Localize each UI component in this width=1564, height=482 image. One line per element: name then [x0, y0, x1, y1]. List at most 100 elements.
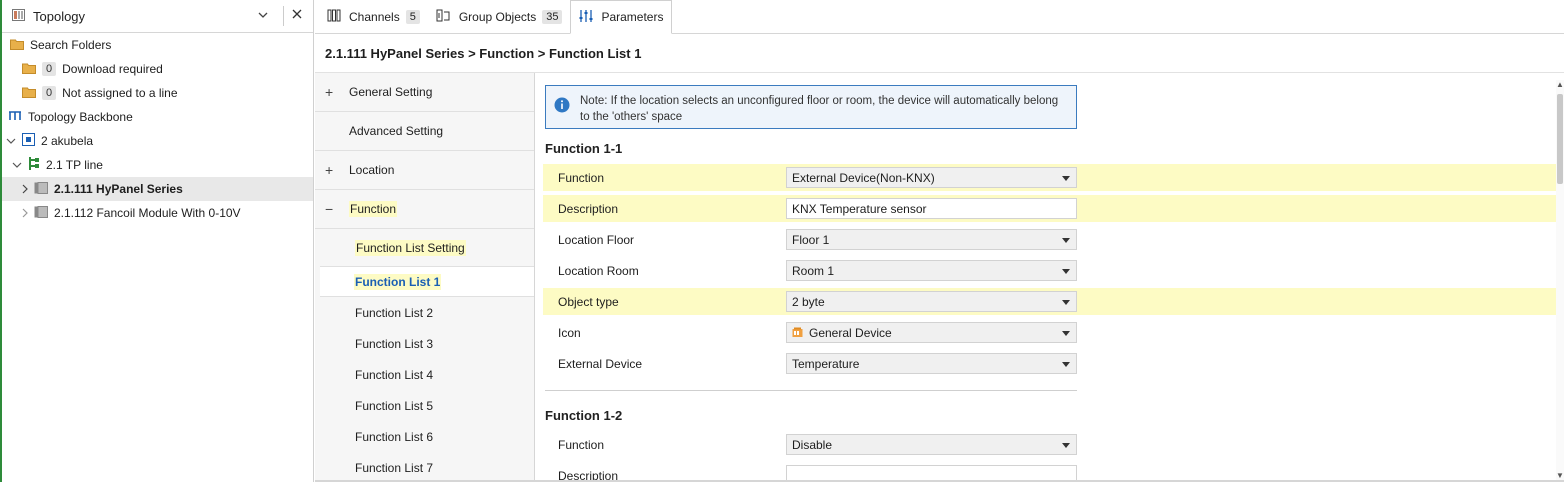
- scroll-down-icon[interactable]: ▼: [1556, 471, 1564, 480]
- tab-group-objects[interactable]: Group Objects 35: [428, 0, 571, 33]
- nav-label: Advanced Setting: [349, 124, 444, 138]
- nav-function-list-5[interactable]: Function List 5: [315, 390, 534, 421]
- param-label: Description: [558, 201, 619, 216]
- location-room-select[interactable]: Room 1: [786, 260, 1077, 281]
- channels-icon: [327, 9, 349, 25]
- tree-item-label: 2 akubela: [41, 134, 94, 148]
- parameter-nav: + General Setting Advanced Setting + Loc…: [315, 73, 535, 482]
- close-icon[interactable]: [291, 8, 303, 23]
- select-value: Disable: [792, 437, 833, 452]
- tree-item-search-folders[interactable]: Search Folders: [2, 33, 313, 57]
- nav-function-list-2[interactable]: Function List 2: [315, 297, 534, 328]
- nav-advanced-setting[interactable]: Advanced Setting: [315, 112, 534, 151]
- select-value: Floor 1: [792, 232, 830, 247]
- tab-channels[interactable]: Channels 5: [319, 0, 428, 33]
- param-label: Location Room: [558, 263, 639, 278]
- tree-item-device-2-1-111[interactable]: 2.1.111 HyPanel Series: [2, 177, 313, 201]
- general-device-icon: [792, 327, 803, 338]
- tree-item-download-required[interactable]: 0 Download required: [2, 57, 313, 81]
- nav-function-list-7[interactable]: Function List 7: [315, 452, 534, 482]
- function-select[interactable]: External Device(Non-KNX): [786, 167, 1077, 188]
- folder-icon: [22, 86, 36, 101]
- tree-item-label: Download required: [62, 62, 163, 76]
- param-label: Object type: [558, 294, 619, 309]
- nav-location[interactable]: + Location: [315, 151, 534, 190]
- tree-item-area-2[interactable]: 2 akubela: [2, 129, 313, 153]
- line-icon: [28, 157, 40, 173]
- nav-function-list-setting[interactable]: Function List Setting: [315, 229, 534, 266]
- nav-function-list-1[interactable]: Function List 1: [320, 266, 534, 297]
- tree-item-not-assigned[interactable]: 0 Not assigned to a line: [2, 81, 313, 105]
- chevron-right-icon[interactable]: [20, 184, 30, 194]
- nav-label: Function List 6: [355, 429, 434, 444]
- section-title: Function 1-1: [545, 141, 623, 156]
- external-device-select[interactable]: Temperature: [786, 353, 1077, 374]
- scrollbar-thumb[interactable]: [1557, 94, 1563, 184]
- group-objects-icon: [436, 9, 459, 25]
- nav-function[interactable]: − Function: [315, 190, 534, 229]
- param-label: Function: [558, 437, 605, 452]
- nav-label: General Setting: [349, 85, 433, 99]
- nav-label: Function List 5: [355, 398, 434, 413]
- backbone-icon: [8, 110, 22, 125]
- expand-icon[interactable]: +: [325, 162, 339, 178]
- nav-function-list-6[interactable]: Function List 6: [315, 421, 534, 452]
- tree-item-device-2-1-112[interactable]: 2.1.112 Fancoil Module With 0-10V: [2, 201, 313, 225]
- tab-parameters[interactable]: Parameters: [570, 0, 673, 34]
- nav-function-list-3[interactable]: Function List 3: [315, 328, 534, 359]
- chevron-down-icon[interactable]: [257, 9, 269, 24]
- description-input[interactable]: KNX Temperature sensor: [786, 198, 1077, 219]
- select-value: Room 1: [792, 263, 835, 278]
- collapse-icon[interactable]: −: [325, 201, 339, 217]
- location-floor-select[interactable]: Floor 1: [786, 229, 1077, 250]
- nav-label: Function List 4: [355, 367, 434, 382]
- param-label: Location Floor: [558, 232, 635, 247]
- count-badge: 0: [42, 62, 57, 76]
- icon-select[interactable]: General Device: [786, 322, 1077, 343]
- tab-bar: Channels 5 Group Objects 35 Parameters: [315, 0, 1564, 34]
- nav-label: Location: [349, 163, 395, 177]
- dropdown-arrow-icon: [1062, 269, 1070, 274]
- note-text: Note: If the location selects an unconfi…: [580, 95, 1059, 123]
- dropdown-arrow-icon: [1062, 331, 1070, 336]
- chevron-right-icon[interactable]: [20, 208, 30, 218]
- tree-item-label: Topology Backbone: [28, 110, 133, 124]
- dropdown-arrow-icon: [1062, 238, 1070, 243]
- nav-label: Function: [349, 201, 398, 217]
- topology-pane: Topology Search Folders 0 Download requi…: [0, 0, 314, 482]
- param-row-external-device: External Device Temperature: [543, 350, 1556, 377]
- expand-icon[interactable]: +: [325, 84, 339, 100]
- tab-label: Group Objects: [458, 9, 537, 24]
- topology-header: Topology: [2, 0, 313, 33]
- tab-count-badge: 5: [405, 9, 420, 24]
- select-value: Temperature: [792, 356, 860, 371]
- function-select[interactable]: Disable: [786, 434, 1077, 455]
- nav-label: Function List Setting: [355, 239, 466, 256]
- param-row-icon: Icon General Device: [543, 319, 1556, 346]
- param-row-description: Description: [543, 462, 1556, 482]
- chevron-down-icon[interactable]: [12, 160, 22, 170]
- nav-label: Function List 2: [355, 305, 434, 320]
- nav-general-setting[interactable]: + General Setting: [315, 73, 534, 112]
- tree-item-topology-backbone[interactable]: Topology Backbone: [2, 105, 313, 129]
- folder-icon: [22, 62, 36, 77]
- param-row-description: Description KNX Temperature sensor: [543, 195, 1556, 222]
- chevron-down-icon[interactable]: [6, 136, 16, 146]
- section-divider: [545, 390, 1077, 391]
- dropdown-arrow-icon: [1062, 300, 1070, 305]
- scroll-up-icon[interactable]: ▲: [1556, 80, 1564, 89]
- vertical-scrollbar[interactable]: ▲ ▼: [1556, 80, 1564, 480]
- param-row-function: Function Disable: [543, 431, 1556, 458]
- tab-label: Channels: [349, 9, 400, 24]
- object-type-select[interactable]: 2 byte: [786, 291, 1077, 312]
- tree-item-label: Search Folders: [30, 38, 112, 52]
- param-label: Icon: [558, 325, 581, 340]
- param-label: External Device: [558, 356, 643, 371]
- dropdown-arrow-icon: [1062, 362, 1070, 367]
- tree-item-label: 2.1 TP line: [46, 158, 103, 172]
- tree-item-line-2-1[interactable]: 2.1 TP line: [2, 153, 313, 177]
- nav-function-list-4[interactable]: Function List 4: [315, 359, 534, 390]
- nav-label: Function List 7: [355, 460, 434, 475]
- nav-label: Function List 1: [354, 273, 442, 290]
- tab-label: Parameters: [601, 10, 664, 24]
